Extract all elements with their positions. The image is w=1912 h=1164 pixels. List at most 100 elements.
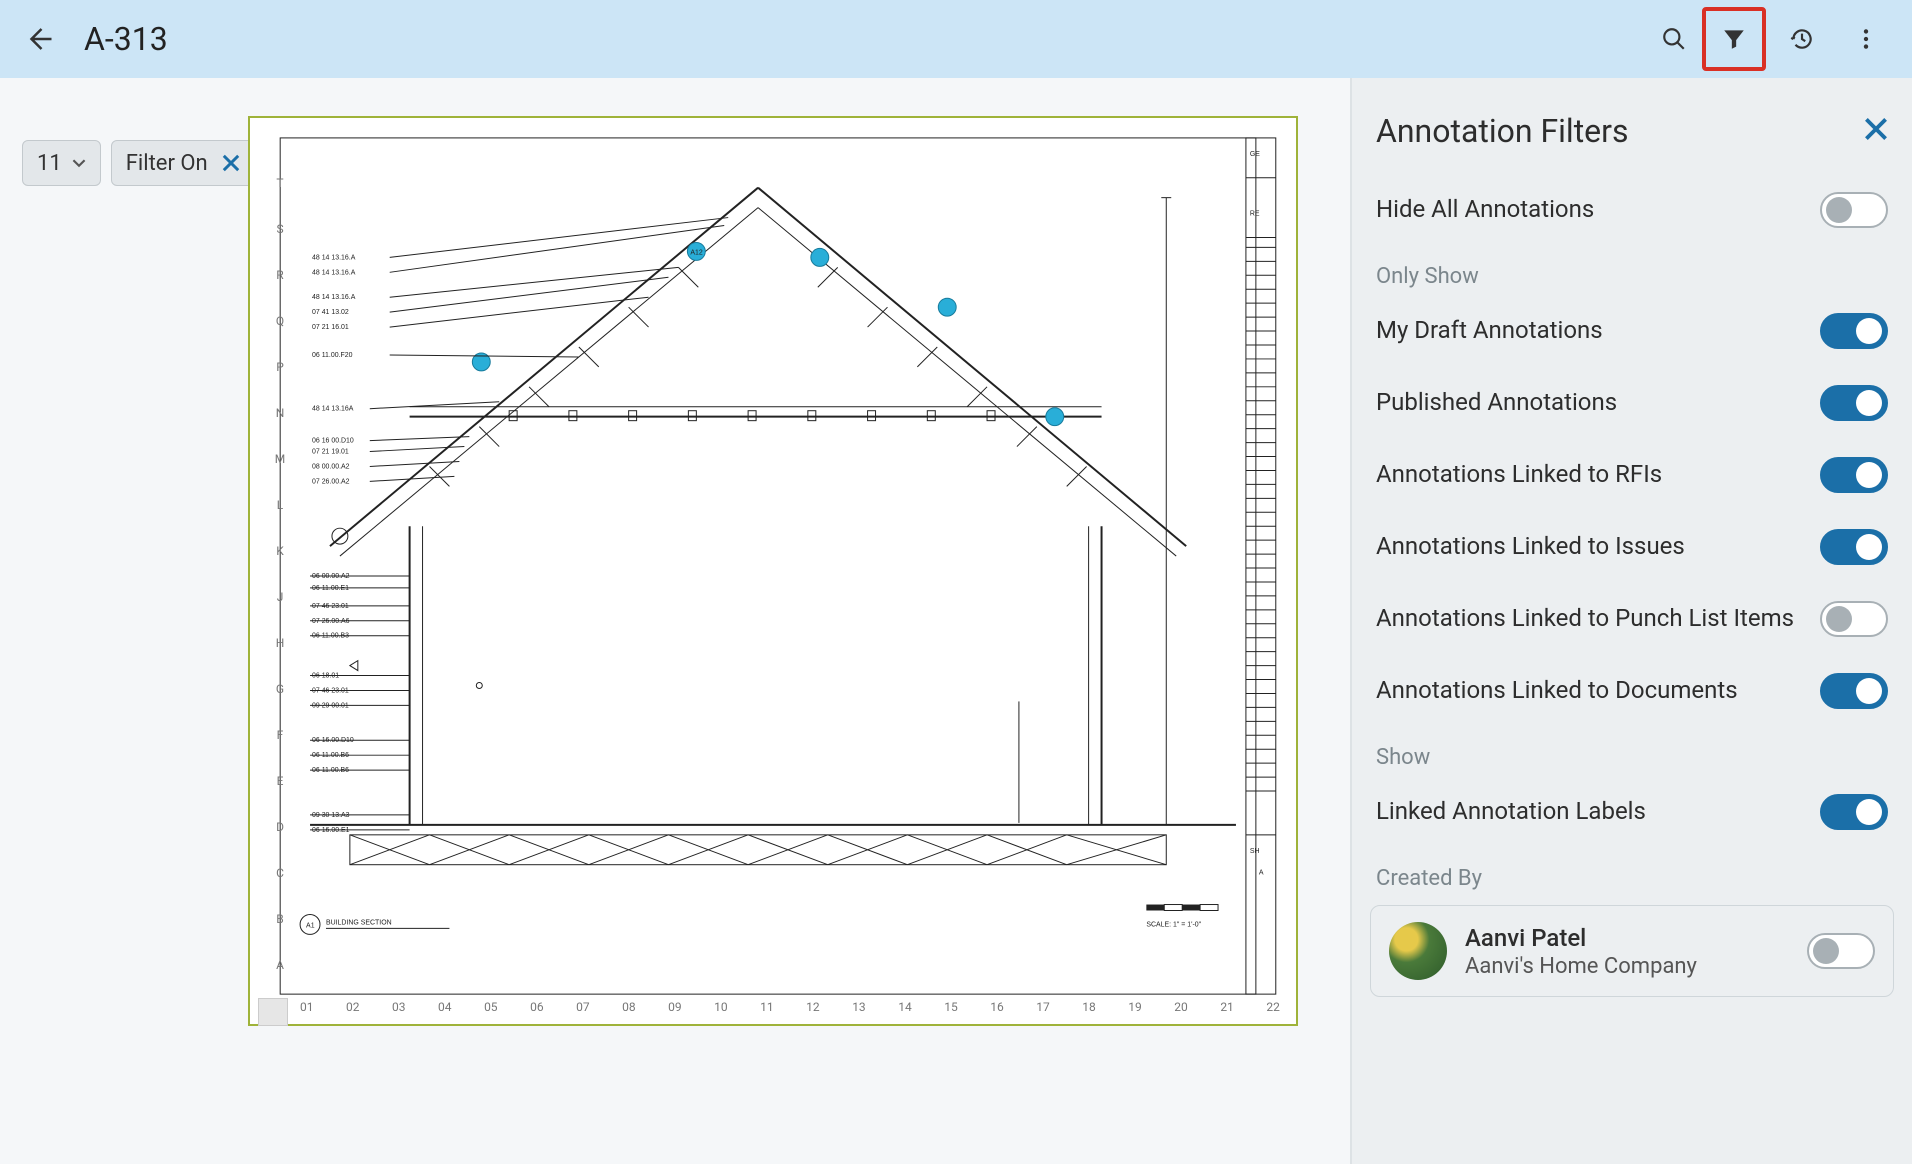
svg-text:06 11.00.B6: 06 11.00.B6 [312,767,349,774]
ruler-col-label: 04 [438,1000,452,1024]
panel-close-button[interactable] [1864,117,1888,145]
filter-chip-label: Filter On [126,151,208,176]
filter-label: Published Annotations [1376,387,1820,418]
ruler-row-label: S [260,222,300,236]
top-bar: A-313 [0,0,1912,78]
bp-callout: BUILDING SECTION [326,919,392,926]
ruler-col-label: 01 [300,1000,314,1024]
arrow-left-icon [24,24,54,54]
ruler-col-label: 03 [392,1000,406,1024]
ruler-col-label: 19 [1128,1000,1142,1024]
ruler-row-label: H [260,636,300,650]
search-icon [1661,26,1687,52]
svg-text:06 16.00.D10: 06 16.00.D10 [312,737,354,744]
ruler-row-label: G [260,682,300,696]
close-icon [1864,117,1888,141]
filter-row: Annotations Linked to Documents [1370,655,1894,727]
svg-text:06 11.00.B3: 06 11.00.B3 [312,633,349,640]
history-button[interactable] [1774,11,1830,67]
filter-label: Annotations Linked to RFIs [1376,459,1820,490]
ruler-vertical: TSRQPNMLKJHGFEDCBA [260,176,300,972]
filter-toggle[interactable] [1820,457,1888,493]
ruler-row-label: J [260,590,300,604]
svg-text:07 26.00.A6: 07 26.00.A6 [312,618,350,625]
ruler-col-label: 22 [1266,1000,1280,1024]
linked-labels-row: Linked Annotation Labels [1370,776,1894,848]
svg-text:06 16.00.E1: 06 16.00.E1 [312,827,350,834]
filter-toggle[interactable] [1820,673,1888,709]
ruler-col-label: 11 [760,1000,774,1024]
only-show-section: Only Show [1370,246,1894,295]
ruler-col-label: 14 [898,1000,912,1024]
filter-toggle[interactable] [1820,385,1888,421]
filter-label: Annotations Linked to Documents [1376,675,1820,706]
svg-text:07 41 13.02: 07 41 13.02 [312,309,349,316]
user-company: Aanvi's Home Company [1465,954,1789,979]
ruler-col-label: 05 [484,1000,498,1024]
ruler-col-label: 12 [806,1000,820,1024]
ruler-col-label: 06 [530,1000,544,1024]
filter-toggle[interactable] [1820,601,1888,637]
ruler-corner [258,998,288,1026]
ruler-row-label: P [260,360,300,374]
filter-toggle[interactable] [1820,529,1888,565]
blueprint-drawing: GE RE S H A [250,118,1296,1024]
user-filter-toggle[interactable] [1807,933,1875,969]
ruler-col-label: 07 [576,1000,590,1024]
ruler-row-label: B [260,912,300,926]
svg-text:48 14 13.16A: 48 14 13.16A [312,406,354,413]
hide-all-row: Hide All Annotations [1370,174,1894,246]
filter-label: My Draft Annotations [1376,315,1820,346]
filter-label: Annotations Linked to Issues [1376,531,1820,562]
ruler-horizontal: 0102030405060708091011121314151617181920… [300,1000,1280,1024]
page-count-chip[interactable]: 11 [22,140,101,186]
ruler-row-label: F [260,728,300,742]
close-icon[interactable] [222,154,240,172]
svg-text:06 18.01: 06 18.01 [312,673,339,680]
svg-text:09 29 00.01: 09 29 00.01 [312,702,349,709]
page-title: A-313 [84,20,168,58]
created-by-user-card: Aanvi Patel Aanvi's Home Company [1370,905,1894,997]
svg-text:A: A [1259,870,1264,877]
hide-all-toggle[interactable] [1820,192,1888,228]
filter-icon [1721,26,1747,52]
svg-text:GE: GE [1250,151,1260,158]
svg-text:06 00.00.A2: 06 00.00.A2 [312,573,350,580]
chevron-down-icon [72,156,86,170]
svg-text:06 11.00.E1: 06 11.00.E1 [312,585,349,592]
svg-text:08 00.00.A2: 08 00.00.A2 [312,463,350,470]
ruler-col-label: 16 [990,1000,1004,1024]
filter-row: My Draft Annotations [1370,295,1894,367]
more-vertical-icon [1853,26,1879,52]
filter-on-chip[interactable]: Filter On [111,140,255,186]
ruler-col-label: 18 [1082,1000,1096,1024]
back-button[interactable] [18,18,60,60]
svg-text:48 14 13.16.A: 48 14 13.16.A [312,269,356,276]
svg-text:A1: A1 [306,922,315,929]
more-button[interactable] [1838,11,1894,67]
svg-text:RE: RE [1250,211,1260,218]
search-button[interactable] [1646,11,1702,67]
svg-text:07 26.00.A2: 07 26.00.A2 [312,478,350,485]
filter-row: Annotations Linked to RFIs [1370,439,1894,511]
ruler-col-label: 17 [1036,1000,1050,1024]
hide-all-label: Hide All Annotations [1376,194,1820,225]
ruler-col-label: 21 [1220,1000,1234,1024]
ruler-row-label: L [260,498,300,512]
filter-toggle[interactable] [1820,313,1888,349]
ruler-col-label: 09 [668,1000,682,1024]
user-name: Aanvi Patel [1465,924,1789,952]
ruler-col-label: 10 [714,1000,728,1024]
filter-button-highlighted[interactable] [1702,7,1766,71]
filter-chips-row: 11 Filter On [22,140,255,186]
filter-row: Annotations Linked to Punch List Items [1370,583,1894,655]
svg-text:06 11.00.B6: 06 11.00.B6 [312,752,349,759]
linked-labels-label: Linked Annotation Labels [1376,796,1820,827]
history-icon [1789,26,1815,52]
ruler-row-label: C [260,866,300,880]
filter-label: Annotations Linked to Punch List Items [1376,603,1820,634]
svg-text:07 21 16.01: 07 21 16.01 [312,324,349,331]
svg-text:06 16 00.D10: 06 16 00.D10 [312,438,354,445]
blueprint-canvas[interactable]: GE RE S H A [248,116,1298,1026]
linked-labels-toggle[interactable] [1820,794,1888,830]
